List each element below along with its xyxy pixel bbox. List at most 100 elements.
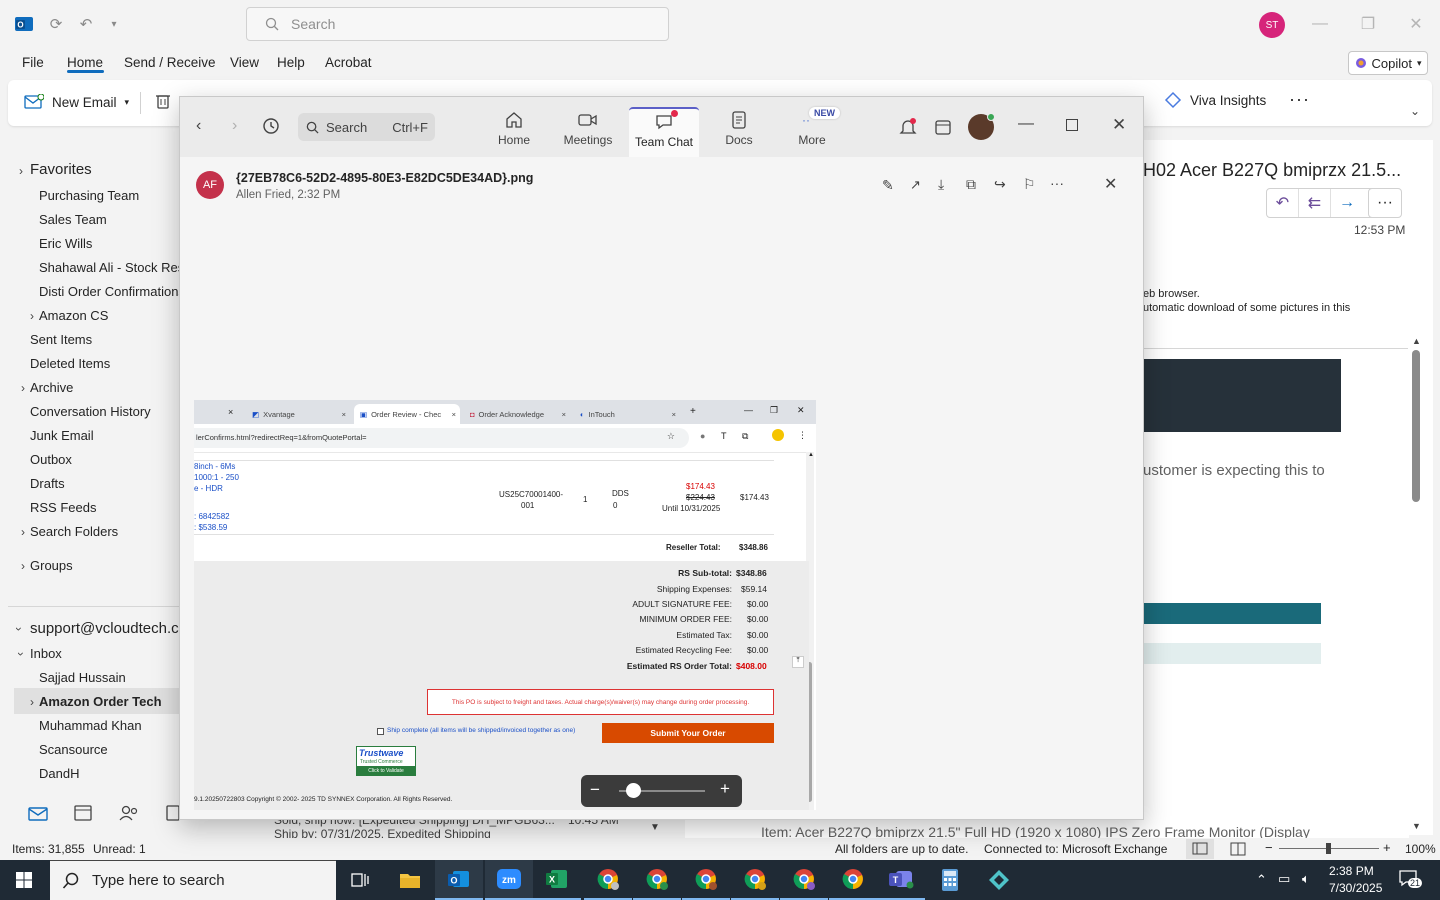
tasks-icon[interactable] — [166, 804, 180, 822]
bell-icon[interactable] — [898, 117, 918, 137]
folder-deleted-items[interactable]: Deleted Items — [30, 356, 110, 371]
chrome-profile-2-icon[interactable] — [633, 860, 681, 900]
task-view-icon[interactable] — [336, 860, 384, 900]
folder-groups[interactable]: Groups — [30, 558, 73, 573]
network-icon[interactable]: ▭ — [1278, 871, 1290, 887]
menu-file[interactable]: File — [22, 55, 44, 70]
delete-icon[interactable] — [155, 92, 171, 110]
chevron-right-icon[interactable]: › — [21, 381, 25, 395]
folder-sajjad-hussain[interactable]: Sajjad Hussain — [39, 670, 126, 685]
info-bar-line-1[interactable]: eb browser. — [1143, 288, 1200, 300]
calculator-icon[interactable] — [926, 860, 974, 900]
more-options-icon[interactable]: ··· — [1289, 89, 1310, 110]
ribbon-collapse-icon[interactable]: ⌄ — [1410, 104, 1420, 118]
chevron-down-icon[interactable]: › — [14, 652, 28, 656]
calendar-icon[interactable] — [934, 118, 952, 136]
chevron-right-icon[interactable]: › — [30, 309, 34, 323]
start-button[interactable] — [0, 860, 48, 900]
teams-search-input[interactable]: Search Ctrl+F — [298, 113, 435, 141]
folder-shahawal-ali[interactable]: Shahawal Ali - Stock Reser — [39, 260, 179, 275]
history-icon[interactable] — [262, 117, 280, 135]
nav-meetings[interactable]: Meetings — [553, 111, 623, 157]
zoom-in-icon[interactable]: + — [1383, 840, 1391, 855]
folder-muhammad-khan[interactable]: Muhammad Khan — [39, 718, 142, 733]
menu-send-receive[interactable]: Send / Receive — [124, 55, 216, 70]
zoom-taskbar-icon[interactable]: zm — [485, 860, 533, 900]
download-icon[interactable]: ⤓ — [938, 176, 944, 193]
teams-close-button[interactable]: ✕ — [1112, 115, 1126, 135]
new-email-button[interactable]: New Email ▾ — [24, 91, 129, 113]
clock-date[interactable]: 7/30/2025 — [1329, 881, 1382, 895]
folder-disti-order-confirmations[interactable]: Disti Order Confirmations — [39, 284, 185, 299]
taskbar-search[interactable]: Type here to search — [50, 860, 336, 900]
folder-outbox[interactable]: Outbox — [30, 452, 72, 467]
close-button[interactable]: ✕ — [1401, 10, 1431, 38]
chevron-down-icon[interactable]: › — [12, 627, 26, 631]
chrome-profile-1-icon[interactable] — [584, 860, 632, 900]
minimize-button[interactable]: — — [1305, 10, 1335, 38]
zoom-out-button[interactable]: − — [590, 780, 600, 800]
reply-icon[interactable]: ↶ — [1267, 189, 1299, 217]
outlook-search-input[interactable]: Search — [246, 7, 669, 41]
notification-center[interactable]: 21 — [1398, 869, 1423, 891]
mail-icon[interactable] — [28, 806, 48, 822]
scrollbar-thumb[interactable] — [1412, 350, 1420, 502]
maximize-button[interactable]: ❐ — [1353, 10, 1383, 38]
menu-home[interactable]: Home — [67, 55, 103, 70]
sync-icon[interactable]: ⟳ — [44, 12, 68, 36]
menu-help[interactable]: Help — [277, 55, 305, 70]
nav-home[interactable]: Home — [479, 111, 549, 157]
file-explorer-icon[interactable] — [386, 860, 434, 900]
normal-view-icon[interactable] — [1186, 839, 1214, 859]
chrome-profile-5-icon[interactable] — [780, 860, 828, 900]
chevron-down-icon[interactable]: ▾ — [125, 97, 130, 108]
chevron-right-icon[interactable]: › — [19, 164, 23, 178]
folder-inbox[interactable]: Inbox — [30, 646, 62, 661]
reading-scrollbar[interactable]: ▲ ▼ — [1409, 336, 1423, 833]
account-avatar[interactable]: ST — [1259, 12, 1285, 38]
chrome-profile-6-icon[interactable] — [829, 860, 877, 900]
nav-docs[interactable]: Docs — [704, 111, 774, 157]
teams-minimize-button[interactable]: — — [1018, 115, 1034, 133]
people-icon[interactable] — [118, 804, 140, 822]
remote-app-icon[interactable] — [975, 860, 1023, 900]
forward-nav-icon[interactable]: › — [232, 117, 237, 135]
folder-sales-team[interactable]: Sales Team — [39, 212, 107, 227]
folder-scansource[interactable]: Scansource — [39, 742, 108, 757]
chrome-profile-4-icon[interactable] — [731, 860, 779, 900]
sender-avatar[interactable]: AF — [196, 171, 224, 199]
folder-amazon-order-tech[interactable]: Amazon Order Tech — [39, 694, 162, 709]
copy-icon[interactable]: ⧉ — [966, 176, 976, 193]
info-bar-line-2[interactable]: utomatic download of some pictures in th… — [1143, 302, 1350, 314]
bookmark-icon[interactable]: ⚐ — [1023, 176, 1036, 193]
excel-taskbar-icon[interactable]: X — [533, 860, 581, 900]
folder-search-folders[interactable]: Search Folders — [30, 524, 118, 539]
zoom-out-icon[interactable]: − — [1265, 840, 1273, 855]
viewer-more-icon[interactable]: ··· — [1050, 175, 1064, 191]
teams-taskbar-icon[interactable]: T — [877, 860, 925, 900]
edit-icon[interactable]: ✎ — [882, 177, 894, 194]
viewer-close-icon[interactable]: ✕ — [1104, 174, 1117, 194]
forward-icon[interactable]: → — [1331, 189, 1363, 217]
customize-toolbar-icon[interactable]: ▾ — [102, 12, 126, 36]
chevron-right-icon[interactable]: › — [30, 695, 34, 709]
scroll-down-icon[interactable]: ▼ — [650, 822, 660, 833]
share-icon[interactable]: ↪ — [994, 176, 1006, 193]
viva-insights-button[interactable]: Viva Insights — [1164, 91, 1266, 109]
profile-avatar[interactable] — [968, 113, 995, 140]
outlook-taskbar-icon[interactable]: O — [435, 860, 483, 900]
menu-acrobat[interactable]: Acrobat — [325, 55, 372, 70]
folder-eric-wills[interactable]: Eric Wills — [39, 236, 92, 251]
folder-conversation-history[interactable]: Conversation History — [30, 404, 151, 419]
chevron-right-icon[interactable]: › — [21, 525, 25, 539]
chevron-right-icon[interactable]: › — [21, 559, 25, 573]
account-header[interactable]: support@vcloudtech.c — [30, 620, 179, 637]
reply-all-icon[interactable]: ⇇ — [1299, 189, 1331, 217]
volume-muted-icon[interactable]: 🔈︎ — [1302, 871, 1310, 887]
nav-team-chat[interactable]: Team Chat — [629, 107, 699, 157]
folder-sent-items[interactable]: Sent Items — [30, 332, 92, 347]
zoom-in-button[interactable]: + — [720, 779, 730, 799]
show-hidden-icons[interactable]: ⌃ — [1256, 872, 1267, 888]
folder-junk-email[interactable]: Junk Email — [30, 428, 94, 443]
shared-image[interactable]: × ◩ Xvantage × ▣ Order Review - Chec × ◘ Orde… — [194, 400, 816, 810]
